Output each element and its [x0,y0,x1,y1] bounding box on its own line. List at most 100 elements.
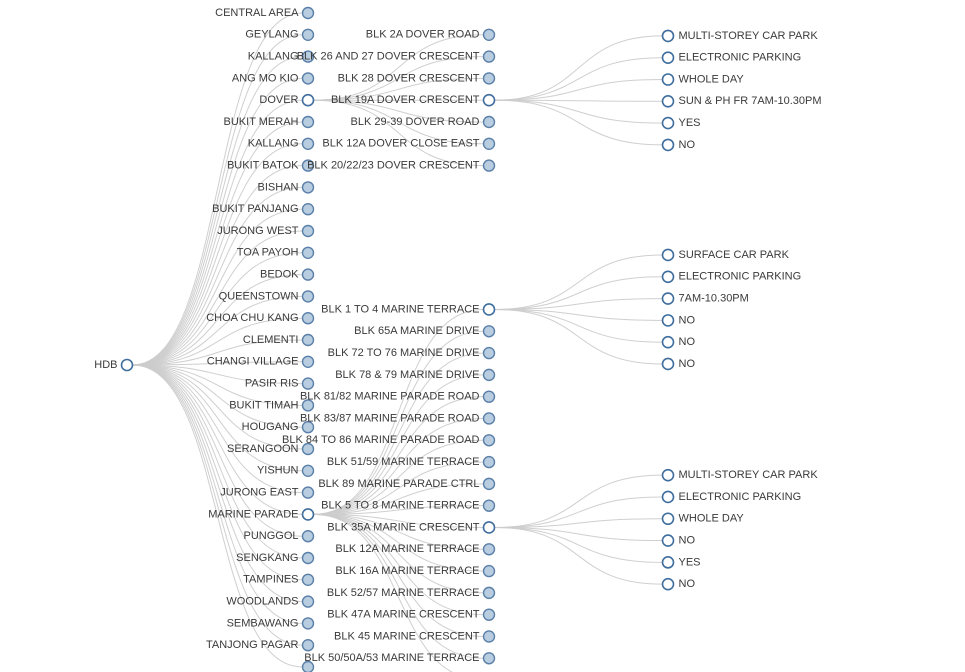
node-block-blk-29-39-dover-road-circle[interactable] [482,115,496,129]
node-block-blk-51-59-marine-terrace-circle[interactable] [482,455,496,469]
node-attr-dover-19a-sun-ph-fr-7am-10-30pm-3-circle[interactable] [661,94,675,108]
node-block-blk-65a-marine-drive-circle[interactable] [482,325,496,338]
node-block-blk-1-to-4-marine-terrace[interactable]: BLK 1 TO 4 MARINE TERRACE [321,303,496,316]
node-block-blk-5-to-8-marine-terrace-circle[interactable] [482,499,496,512]
node-town-bukit-panjang[interactable]: BUKIT PANJANG [212,202,315,216]
node-block-blk-83-87-marine-parade-road[interactable]: BLK 83/87 MARINE PARADE ROAD [300,412,496,425]
node-block-blk-51-59-marine-terrace[interactable]: BLK 51/59 MARINE TERRACE [327,455,496,469]
node-block-blk-84-to-86-marine-parade-road-circle[interactable] [482,434,496,447]
node-town-queenstown-circle[interactable] [301,290,315,303]
node-attr-dover-19a-no-5[interactable]: NO [661,138,696,152]
node-town-jurong-east-circle[interactable] [301,486,315,499]
node-town-sengkang-circle[interactable] [301,551,315,565]
node-attr-marine-crescent-35a-yes-4[interactable]: YES [661,556,701,569]
node-attr-marine-terrace-1-4-electronic-parking-1-circle[interactable] [661,270,675,284]
node-attr-marine-terrace-1-4-7am-10-30pm-2-circle[interactable] [661,292,675,305]
node-attr-marine-terrace-1-4-surface-car-park-0[interactable]: SURFACE CAR PARK [661,248,790,262]
node-town-kallang[interactable]: KALLANG [248,137,315,151]
node-attr-marine-terrace-1-4-7am-10-30pm-2[interactable]: 7AM-10.30PM [661,292,749,305]
node-town-tanjong-pagar-circle[interactable] [301,639,315,652]
node-town-changi-village[interactable]: CHANGI VILLAGE [207,355,315,368]
node-town-choa-chu-kang-circle[interactable] [301,312,315,325]
node-attr-marine-crescent-35a-no-3-circle[interactable] [661,534,675,547]
node-block-blk-83-87-marine-parade-road-circle[interactable] [482,412,496,425]
node-block-blk-89-marine-parade-ctrl-circle[interactable] [482,477,496,491]
node-attr-marine-crescent-35a-electronic-parking-1-circle[interactable] [661,490,675,504]
node-attr-marine-crescent-35a-whole-day-2[interactable]: WHOLE DAY [661,512,745,526]
node-town-ang-mo-kio-circle[interactable] [301,72,315,85]
node-town-dover-circle[interactable] [301,93,315,107]
node-block-blk-81-82-marine-parade-road-circle[interactable] [482,390,496,403]
node-block-blk-12a-dover-close-east[interactable]: BLK 12A DOVER CLOSE EAST [322,137,496,151]
node-attr-marine-terrace-1-4-no-4[interactable]: NO [661,335,696,349]
node-town-pasir-ris-circle[interactable] [301,377,315,390]
node-town-marine-parade-circle[interactable] [301,508,315,521]
node-attr-dover-19a-no-5-circle[interactable] [661,138,675,152]
node-block-blk-26-and-27-dover-crescent-circle[interactable] [482,50,496,63]
node-town-yishun[interactable]: YISHUN [257,464,315,477]
node-town-tampines-circle[interactable] [301,573,315,586]
node-town-geylang-circle[interactable] [301,28,315,41]
node-block-blk-12a-marine-terrace[interactable]: BLK 12A MARINE TERRACE [335,543,496,556]
node-town-clementi[interactable]: CLEMENTI [243,333,315,347]
node-block-blk-2a-dover-road[interactable]: BLK 2A DOVER ROAD [366,28,496,41]
node-block-blk-29-39-dover-road[interactable]: BLK 29-39 DOVER ROAD [351,115,496,129]
node-attr-marine-crescent-35a-multi-storey-car-park-0[interactable]: MULTI-STOREY CAR PARK [661,468,819,482]
node-town-pasir-ris[interactable]: PASIR RIS [245,377,315,390]
node-attr-dover-19a-multi-storey-car-park-0[interactable]: MULTI-STOREY CAR PARK [661,29,819,43]
node-attr-marine-crescent-35a-yes-4-circle[interactable] [661,556,675,569]
node-town-bedok[interactable]: BEDOK [260,268,315,281]
node-town-bishan[interactable]: BISHAN [258,181,315,194]
node-town-yishun-circle[interactable] [301,464,315,477]
node-attr-marine-terrace-1-4-no-3[interactable]: NO [661,314,696,327]
node-block-blk-12a-dover-close-east-circle[interactable] [482,137,496,151]
node-block-blk-78-79-marine-drive[interactable]: BLK 78 & 79 MARINE DRIVE [335,368,496,382]
node-block-blk-16a-marine-terrace-circle[interactable] [482,564,496,578]
node-block-blk-47a-marine-crescent-circle[interactable] [482,608,496,621]
node-block-blk-16a-marine-terrace[interactable]: BLK 16A MARINE TERRACE [335,564,496,578]
node-root-hdb[interactable]: HDB [94,358,134,372]
node-town-sengkang[interactable]: SENGKANG [236,551,315,565]
node-attr-marine-crescent-35a-whole-day-2-circle[interactable] [661,512,675,526]
node-block-blk-2a-dover-road-circle[interactable] [482,28,496,41]
node-town-jurong-west-circle[interactable] [301,224,315,238]
node-block-blk-35a-marine-crescent-circle[interactable] [482,521,496,534]
node-attr-dover-19a-electronic-parking-1-circle[interactable] [661,51,675,64]
node-block-blk-12a-marine-terrace-circle[interactable] [482,543,496,556]
node-block-blk-52-57-marine-terrace[interactable]: BLK 52/57 MARINE TERRACE [327,586,496,600]
node-block-blk-52-57-marine-terrace-circle[interactable] [482,586,496,600]
node-block-blk-50-50a-53-marine-terrace[interactable]: BLK 50/50A/53 MARINE TERRACE [304,652,496,665]
node-town-central-area-circle[interactable] [301,6,315,20]
node-attr-marine-crescent-35a-no-3[interactable]: NO [661,534,696,547]
node-town-marine-parade[interactable]: MARINE PARADE [208,508,315,521]
node-town-punggol-circle[interactable] [301,530,315,543]
node-block-blk-28-dover-crescent[interactable]: BLK 28 DOVER CRESCENT [338,72,496,85]
node-block-blk-47a-marine-crescent[interactable]: BLK 47A MARINE CRESCENT [327,608,496,621]
node-town-punggol[interactable]: PUNGGOL [243,530,315,543]
node-town-tampines[interactable]: TAMPINES [243,573,315,586]
node-town-woodlands-circle[interactable] [301,595,315,608]
node-block-blk-20-22-23-dover-crescent-circle[interactable] [482,159,496,172]
node-attr-dover-19a-yes-4-circle[interactable] [661,116,675,130]
node-town-clementi-circle[interactable] [301,333,315,347]
node-block-blk-50-50a-53-marine-terrace-circle[interactable] [482,652,496,665]
node-town-bishan-circle[interactable] [301,181,315,194]
node-block-blk-81-82-marine-parade-road[interactable]: BLK 81/82 MARINE PARADE ROAD [300,390,496,403]
node-block-blk-72-to-76-marine-drive-circle[interactable] [482,346,496,360]
node-attr-marine-terrace-1-4-surface-car-park-0-circle[interactable] [661,248,675,262]
node-attr-marine-crescent-35a-no-5[interactable]: NO [661,577,696,591]
node-town-toa-payoh-circle[interactable] [301,246,315,260]
node-town-bukit-merah-circle[interactable] [301,115,315,129]
node-block-blk-65a-marine-drive[interactable]: BLK 65A MARINE DRIVE [354,325,496,338]
node-town-dover[interactable]: DOVER [259,93,315,107]
node-attr-marine-crescent-35a-electronic-parking-1[interactable]: ELECTRONIC PARKING [661,490,802,504]
node-attr-marine-crescent-35a-multi-storey-car-park-0-circle[interactable] [661,468,675,482]
node-attr-dover-19a-electronic-parking-1[interactable]: ELECTRONIC PARKING [661,51,802,64]
node-town-tanjong-pagar[interactable]: TANJONG PAGAR [206,639,315,652]
node-town-sembawang-circle[interactable] [301,617,315,630]
node-town-kallang-circle[interactable] [301,137,315,151]
node-town-bedok-circle[interactable] [301,268,315,281]
node-block-blk-19a-dover-crescent[interactable]: BLK 19A DOVER CRESCENT [331,93,496,107]
node-block-blk-78-79-marine-drive-circle[interactable] [482,368,496,382]
node-town-choa-chu-kang[interactable]: CHOA CHU KANG [206,312,315,325]
